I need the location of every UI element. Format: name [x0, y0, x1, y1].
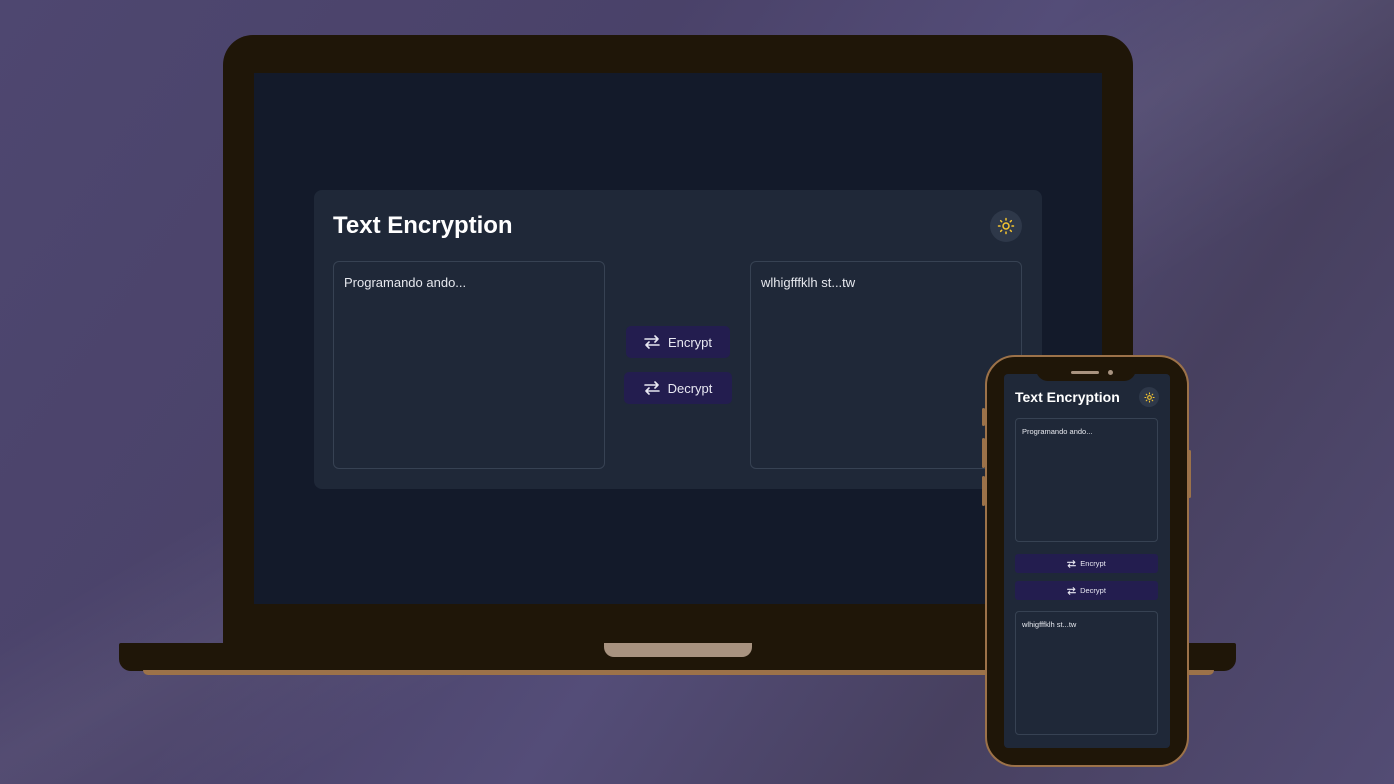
mobile-output-textarea[interactable]: wlhigfffklh st...tw [1015, 611, 1158, 735]
phone-notch [1036, 357, 1136, 381]
input-textarea[interactable]: Programando ando... [333, 261, 605, 469]
mobile-decrypt-label: Decrypt [1080, 586, 1106, 595]
mobile-app-title: Text Encryption [1015, 389, 1120, 405]
mobile-decrypt-button[interactable]: Decrypt [1015, 581, 1158, 600]
swap-arrows-icon [1067, 559, 1077, 568]
decrypt-button[interactable]: Decrypt [624, 372, 732, 404]
laptop-trackpad-notch [604, 643, 752, 657]
encrypt-button[interactable]: Encrypt [626, 326, 730, 358]
laptop-screen: Text Encryption Programando ando... Encr… [254, 73, 1102, 604]
input-text: Programando ando... [344, 275, 467, 290]
sun-icon [997, 217, 1015, 235]
mobile-encrypt-button[interactable]: Encrypt [1015, 554, 1158, 573]
mobile-input-text: Programando ando... [1022, 427, 1093, 436]
mobile-input-textarea[interactable]: Programando ando... [1015, 418, 1158, 542]
output-text: wlhigfffklh st...tw [761, 275, 856, 290]
mobile-output-text: wlhigfffklh st...tw [1022, 620, 1077, 629]
mobile-app-card: Text Encryption Programando ando... Encr… [1004, 374, 1170, 748]
phone-screen: Text Encryption Programando ando... Encr… [1004, 374, 1170, 748]
swap-arrows-icon [1067, 586, 1077, 595]
phone-speaker [1071, 371, 1099, 374]
swap-arrows-icon [643, 381, 660, 395]
app-card: Text Encryption Programando ando... Encr… [314, 190, 1042, 489]
app-title: Text Encryption [333, 212, 513, 239]
theme-toggle-button[interactable] [990, 210, 1022, 242]
mobile-theme-toggle-button[interactable] [1139, 387, 1159, 407]
decrypt-label: Decrypt [667, 380, 713, 396]
phone-camera [1108, 370, 1113, 375]
sun-icon [1143, 391, 1155, 403]
swap-arrows-icon [644, 335, 660, 349]
encrypt-label: Encrypt [667, 334, 713, 350]
mobile-encrypt-label: Encrypt [1080, 559, 1106, 568]
